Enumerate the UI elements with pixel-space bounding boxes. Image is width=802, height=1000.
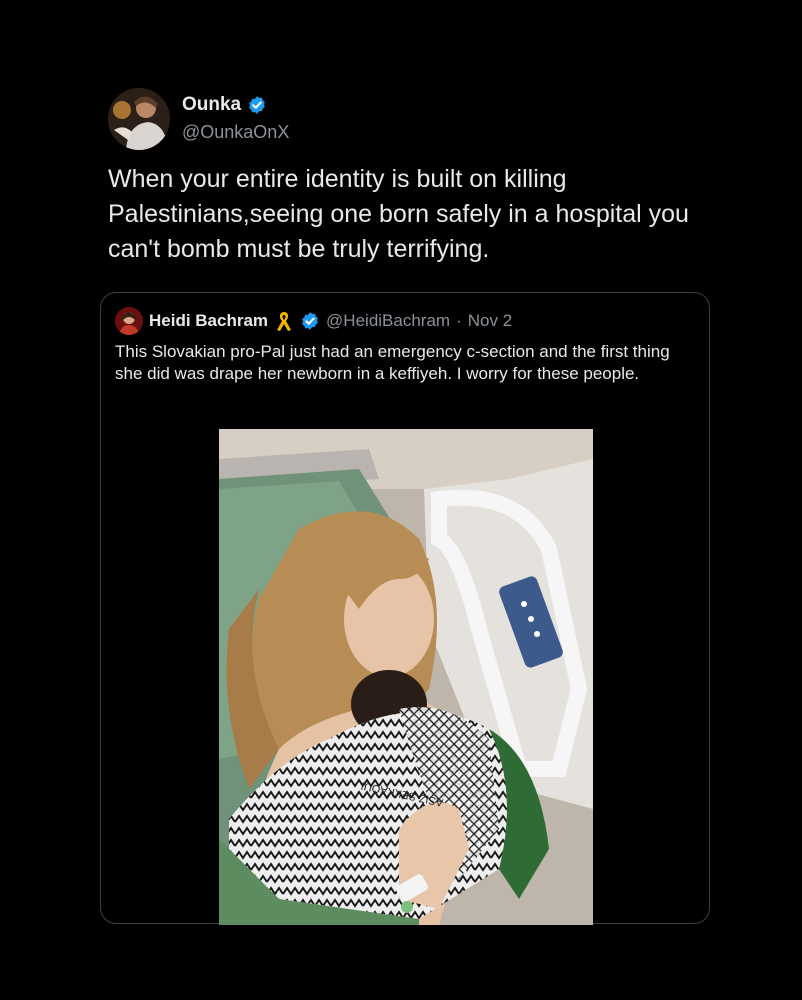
quoted-date[interactable]: Nov 2 [468,311,512,331]
hospital-photo-illustration: ASIZ SEKKAOUI [219,429,593,925]
author-handle[interactable]: @OunkaOnX [182,122,289,143]
avatar-image [108,88,170,150]
quoted-author-avatar[interactable] [115,307,143,335]
tweet-text: When your entire identity is built on ki… [108,165,689,263]
verified-badge-icon [249,96,265,114]
awareness-ribbon-icon [277,312,292,331]
quoted-separator: · [456,311,462,330]
quoted-verified-badge-icon [302,312,318,330]
quoted-tweet[interactable]: Heidi Bachram @HeidiBachram · Nov 2 This… [100,292,710,925]
quoted-avatar-image [115,307,143,335]
quoted-media-photo[interactable]: ASIZ SEKKAOUI [219,429,593,925]
quoted-handle[interactable]: @HeidiBachram [326,311,450,331]
author-avatar[interactable] [108,88,170,150]
quoted-display-name[interactable]: Heidi Bachram [149,311,268,331]
author-display-name[interactable]: Ounka [182,94,241,116]
quoted-tweet-text: This Slovakian pro-Pal just had an emerg… [115,342,670,383]
